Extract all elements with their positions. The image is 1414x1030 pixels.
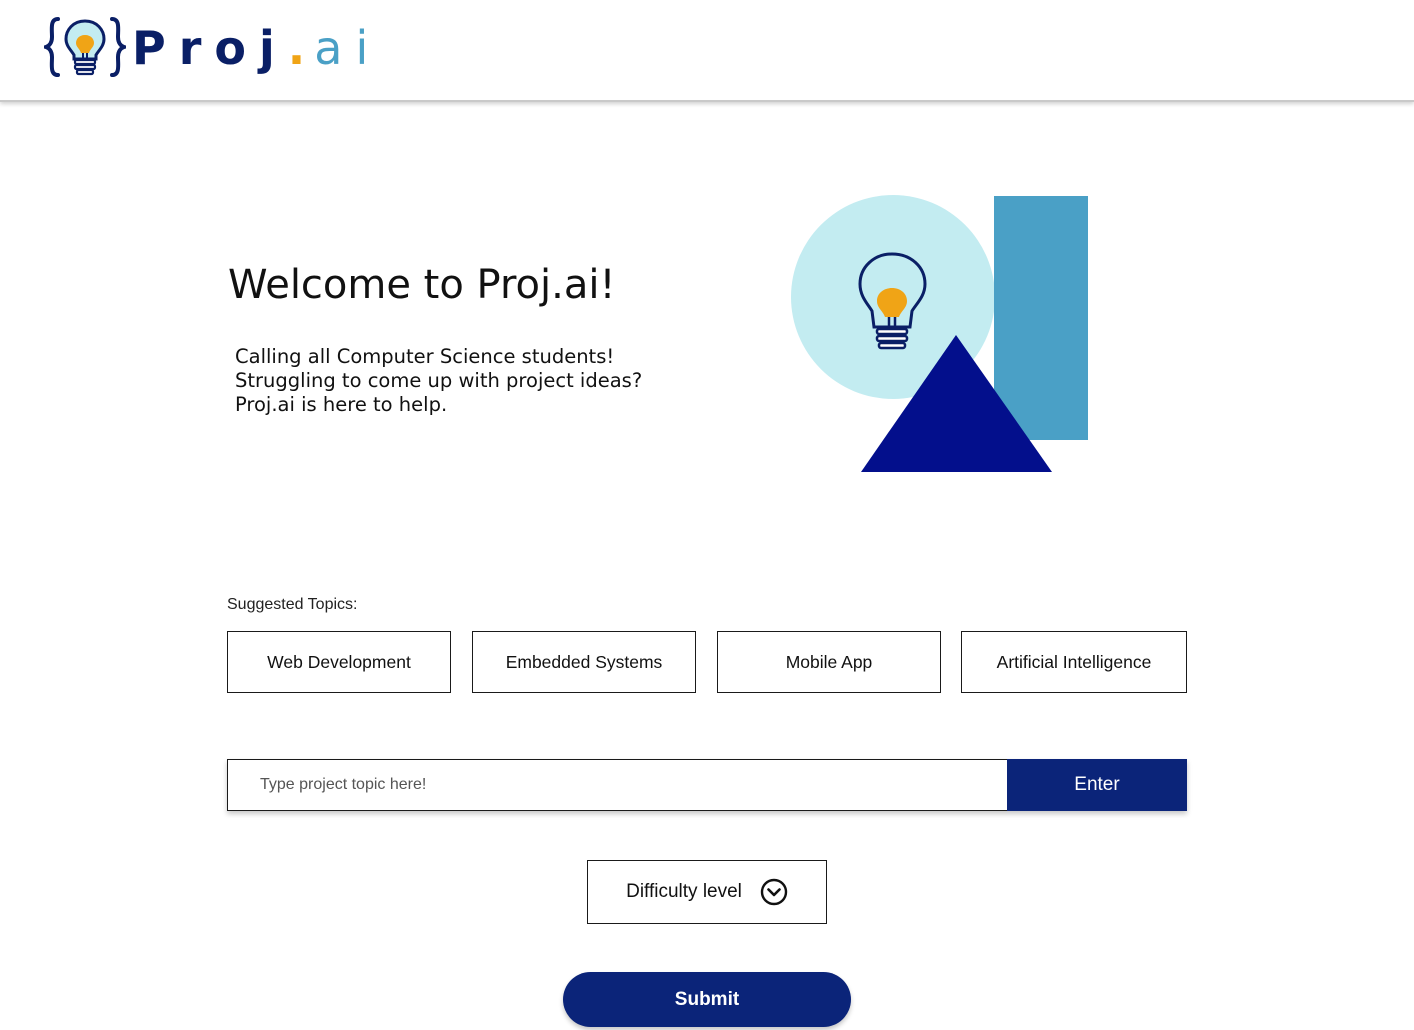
topic-search-bar: Enter — [227, 759, 1187, 811]
logo-dot: . — [287, 21, 315, 75]
page-title: Welcome to Proj.ai! — [228, 262, 616, 308]
page: Proj.ai Welcome to Proj.ai! Calling all … — [0, 0, 1414, 1030]
intro-text: Calling all Computer Science students! S… — [235, 345, 715, 417]
enter-button[interactable]: Enter — [1007, 759, 1187, 811]
top-header: Proj.ai — [0, 0, 1414, 102]
topic-button-web-development[interactable]: Web Development — [227, 631, 451, 693]
hero-illustration — [791, 195, 1088, 472]
difficulty-label: Difficulty level — [626, 881, 742, 902]
suggested-topics-label: Suggested Topics: — [227, 596, 358, 613]
illustration-rectangle — [994, 196, 1088, 440]
submit-button[interactable]: Submit — [563, 972, 851, 1027]
intro-line: Calling all Computer Science students! — [235, 345, 615, 368]
topic-button-mobile-app[interactable]: Mobile App — [717, 631, 941, 693]
logo-suffix: ai — [314, 21, 382, 75]
lightbulb-braces-icon — [44, 17, 126, 77]
project-topic-input[interactable] — [227, 759, 1007, 811]
intro-line: Proj.ai is here to help. — [235, 393, 448, 416]
topic-button-embedded-systems[interactable]: Embedded Systems — [472, 631, 696, 693]
intro-line: Struggling to come up with project ideas… — [235, 369, 643, 392]
difficulty-dropdown[interactable]: Difficulty level — [587, 860, 827, 924]
logo-brand: Proj — [132, 21, 288, 75]
logo[interactable]: Proj.ai — [44, 14, 381, 80]
logo-wordmark: Proj.ai — [132, 21, 381, 75]
topic-button-artificial-intelligence[interactable]: Artificial Intelligence — [961, 631, 1187, 693]
chevron-down-circle-icon — [760, 878, 788, 906]
